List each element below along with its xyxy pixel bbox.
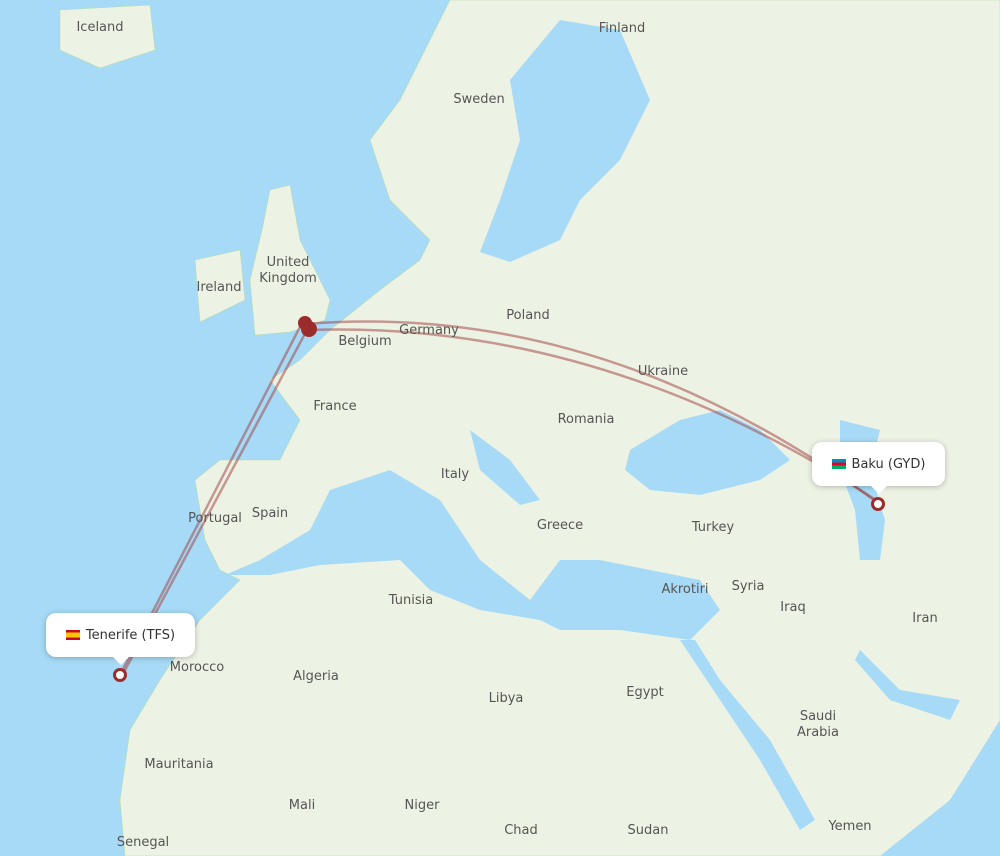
map-base <box>59 0 1000 856</box>
country-label: Ukraine <box>637 364 689 379</box>
country-label: Saudi Arabia <box>796 709 840 740</box>
country-label: Syria <box>731 579 765 594</box>
destination-pin-icon <box>871 497 885 511</box>
country-label: France <box>313 399 357 414</box>
country-label: Libya <box>488 691 524 706</box>
spain-flag-icon <box>65 630 80 640</box>
country-label: Ireland <box>196 280 242 295</box>
country-label: Tunisia <box>388 593 434 608</box>
hub-marker <box>301 321 317 337</box>
country-label: Sudan <box>627 823 669 838</box>
origin-airport-label: Tenerife (TFS) <box>85 627 176 643</box>
country-label: Germany <box>399 323 459 338</box>
country-label: United Kingdom <box>259 255 317 286</box>
country-label: Yemen <box>828 819 872 834</box>
azerbaijan-flag-icon <box>831 459 846 469</box>
origin-pin-icon <box>113 668 127 682</box>
country-label: Iraq <box>780 600 806 615</box>
country-label: Greece <box>536 518 584 533</box>
country-label: Mali <box>288 798 316 813</box>
country-label: Chad <box>504 823 538 838</box>
country-label: Finland <box>598 21 646 36</box>
country-label: Portugal <box>188 511 242 526</box>
origin-airport-callout[interactable]: Tenerife (TFS) <box>46 613 195 665</box>
country-label: Algeria <box>293 669 339 684</box>
country-label: Poland <box>506 308 550 323</box>
country-label: Sweden <box>453 92 505 107</box>
country-label: Senegal <box>116 835 170 850</box>
country-label: Egypt <box>626 685 664 700</box>
country-label: Turkey <box>691 520 735 535</box>
destination-airport-callout[interactable]: Baku (GYD) <box>812 442 945 494</box>
landmass-iceland <box>59 4 156 69</box>
country-label: Iceland <box>76 20 124 35</box>
country-label: Niger <box>404 798 440 813</box>
country-label: Italy <box>440 467 470 482</box>
route-map[interactable]: Iceland Finland Sweden United Kingdom Ir… <box>0 0 1000 856</box>
destination-airport-label: Baku (GYD) <box>851 456 926 472</box>
country-label: Belgium <box>338 334 392 349</box>
country-label: Romania <box>557 412 615 427</box>
country-label: Mauritania <box>144 757 214 772</box>
country-label: Akrotiri <box>661 582 709 597</box>
country-label: Iran <box>912 611 938 626</box>
country-label: Morocco <box>169 660 225 675</box>
country-label: Spain <box>251 506 289 521</box>
